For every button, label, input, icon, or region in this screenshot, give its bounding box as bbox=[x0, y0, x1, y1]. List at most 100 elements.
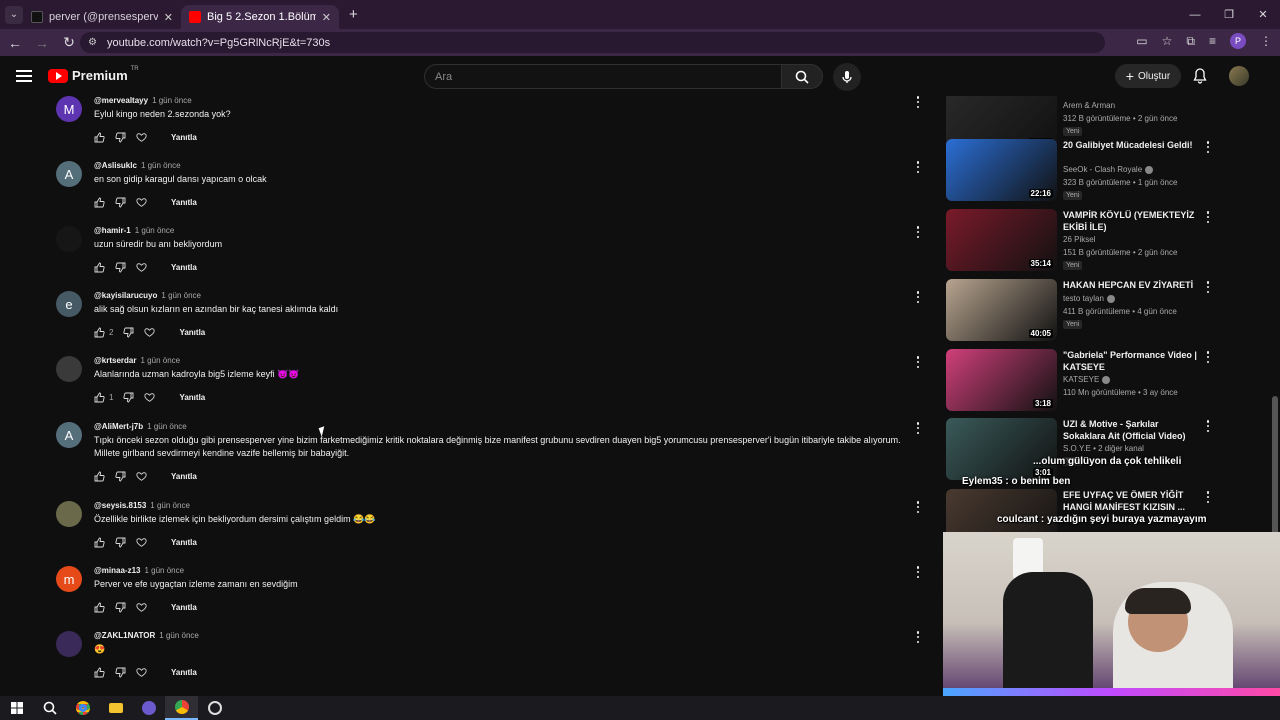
recommended-video[interactable]: 40:05 HAKAN HEPCAN EV ZİYARETİ testo tayla… bbox=[946, 279, 1216, 343]
video-thumbnail[interactable]: 40:05 bbox=[946, 279, 1057, 341]
reply-button[interactable]: Yanıtla bbox=[171, 538, 197, 547]
youtube-logo[interactable]: Premium TR bbox=[48, 66, 139, 83]
forward-icon[interactable]: → bbox=[30, 35, 54, 51]
comment-time[interactable]: 1 gün önce bbox=[141, 161, 181, 170]
heart-icon[interactable] bbox=[144, 327, 156, 338]
comment-more-icon[interactable] bbox=[914, 96, 922, 108]
comment-time[interactable]: 1 gün önce bbox=[144, 566, 184, 575]
channel-name[interactable]: 26 Piksel bbox=[1063, 235, 1095, 244]
like-icon[interactable] bbox=[94, 471, 105, 482]
channel-name[interactable]: SeeOk - Clash Royale bbox=[1063, 165, 1142, 174]
comment-more-icon[interactable] bbox=[914, 161, 922, 173]
reply-button[interactable]: Yanıtla bbox=[179, 328, 205, 337]
recommended-video[interactable]: 22:16 20 Galibiyet Mücadelesi Geldi! SeeOk… bbox=[946, 139, 1216, 203]
reply-button[interactable]: Yanıtla bbox=[171, 668, 197, 677]
like-icon[interactable] bbox=[94, 667, 105, 678]
taskbar-app[interactable] bbox=[132, 696, 165, 720]
comment-time[interactable]: 1 gün önce bbox=[161, 291, 201, 300]
recommended-video[interactable]: 3:01 UZI & Motive - Şarkılar Sokaklara Ai… bbox=[946, 418, 1216, 482]
video-title[interactable]: 20 Galibiyet Mücadelesi Geldi! bbox=[1063, 139, 1201, 151]
close-tab-icon[interactable]: ✕ bbox=[322, 11, 331, 24]
channel-name[interactable]: testo taylan bbox=[1063, 294, 1104, 303]
video-more-icon[interactable] bbox=[1204, 351, 1212, 363]
minimize-icon[interactable]: — bbox=[1178, 0, 1212, 29]
like-icon[interactable] bbox=[94, 197, 105, 208]
commenter-avatar[interactable] bbox=[56, 631, 82, 657]
comment-time[interactable]: 1 gün önce bbox=[150, 501, 190, 510]
commenter-handle[interactable]: @ZAKL1NATOR bbox=[94, 631, 155, 640]
reply-button[interactable]: Yanıtla bbox=[179, 393, 205, 402]
menu-icon[interactable]: ⋮ bbox=[1260, 34, 1272, 48]
recommended-video[interactable]: 35:14 VAMPİR KÖYLÜ (YEMEKTEYİZ EKİBİ İLE)… bbox=[946, 209, 1216, 273]
video-more-icon[interactable] bbox=[1204, 420, 1212, 432]
recommended-video[interactable]: EFE UYFAÇ VE ÖMER YİĞİT HANGİ MANİFEST K… bbox=[946, 489, 1216, 536]
dislike-icon[interactable] bbox=[115, 537, 126, 548]
reply-button[interactable]: Yanıtla bbox=[171, 472, 197, 481]
comment-time[interactable]: 1 gün önce bbox=[152, 96, 192, 105]
reply-button[interactable]: Yanıtla bbox=[171, 198, 197, 207]
media-icon[interactable]: ≡ bbox=[1209, 34, 1216, 48]
new-tab-icon[interactable]: + bbox=[349, 6, 358, 23]
commenter-handle[interactable]: @AliMert-j7b bbox=[94, 422, 143, 431]
video-title[interactable]: UZI & Motive - Şarkılar Sokaklara Ait (O… bbox=[1063, 418, 1201, 442]
commenter-avatar[interactable] bbox=[56, 501, 82, 527]
commenter-avatar[interactable]: e bbox=[56, 291, 82, 317]
back-icon[interactable]: ← bbox=[3, 35, 27, 51]
like-icon[interactable] bbox=[94, 132, 105, 143]
comment-more-icon[interactable] bbox=[914, 226, 922, 238]
commenter-avatar[interactable]: m bbox=[56, 566, 82, 592]
dislike-icon[interactable] bbox=[123, 327, 134, 338]
comment-more-icon[interactable] bbox=[914, 566, 922, 578]
comment-time[interactable]: 1 gün önce bbox=[159, 631, 199, 640]
comment-time[interactable]: 1 gün önce bbox=[135, 226, 175, 235]
close-window-icon[interactable]: ✕ bbox=[1246, 0, 1280, 29]
like-icon[interactable] bbox=[94, 537, 105, 548]
commenter-avatar[interactable]: A bbox=[56, 422, 82, 448]
commenter-handle[interactable]: @kayisilarucuyo bbox=[94, 291, 157, 300]
commenter-handle[interactable]: @mervealtayy bbox=[94, 96, 148, 105]
video-title[interactable]: HAKAN HEPCAN EV ZİYARETİ bbox=[1063, 279, 1201, 291]
taskbar-chrome[interactable] bbox=[66, 696, 99, 720]
commenter-avatar[interactable]: M bbox=[56, 96, 82, 122]
dislike-icon[interactable] bbox=[115, 132, 126, 143]
like-icon[interactable] bbox=[94, 602, 105, 613]
notifications-button[interactable] bbox=[1193, 68, 1207, 89]
comment-more-icon[interactable] bbox=[914, 422, 922, 434]
like-icon[interactable] bbox=[94, 327, 105, 338]
start-button[interactable] bbox=[0, 696, 33, 720]
commenter-handle[interactable]: @Aslisuklc bbox=[94, 161, 137, 170]
search-button[interactable] bbox=[781, 64, 823, 89]
restore-icon[interactable]: ❐ bbox=[1212, 0, 1246, 29]
voice-search-button[interactable] bbox=[833, 63, 861, 91]
dislike-icon[interactable] bbox=[115, 197, 126, 208]
hamburger-menu-icon[interactable] bbox=[16, 70, 32, 82]
browser-tab-youtube[interactable]: Big 5 2.Sezon 1.Bölüm | Perver & ✕ bbox=[181, 5, 339, 29]
bookmark-star-icon[interactable]: ☆ bbox=[1162, 34, 1173, 48]
video-thumbnail[interactable]: 22:16 bbox=[946, 139, 1057, 201]
scrollbar-thumb[interactable] bbox=[1272, 396, 1278, 536]
video-title[interactable]: EFE UYFAÇ VE ÖMER YİĞİT HANGİ MANİFEST K… bbox=[1063, 489, 1201, 513]
video-thumbnail[interactable]: 3:01 bbox=[946, 418, 1057, 480]
site-info-icon[interactable]: ⚙ bbox=[88, 37, 97, 48]
taskbar-obs[interactable] bbox=[198, 696, 231, 720]
dislike-icon[interactable] bbox=[123, 392, 134, 403]
channel-name[interactable]: Arem & Arman bbox=[1063, 101, 1115, 110]
reply-button[interactable]: Yanıtla bbox=[171, 603, 197, 612]
create-button[interactable]: + Oluştur bbox=[1115, 64, 1181, 88]
dislike-icon[interactable] bbox=[115, 471, 126, 482]
heart-icon[interactable] bbox=[136, 471, 147, 482]
commenter-handle[interactable]: @krtserdar bbox=[94, 356, 137, 365]
account-avatar[interactable] bbox=[1229, 66, 1249, 86]
dislike-icon[interactable] bbox=[115, 667, 126, 678]
heart-icon[interactable] bbox=[136, 667, 147, 678]
close-tab-icon[interactable]: ✕ bbox=[164, 11, 173, 24]
taskbar-search[interactable] bbox=[33, 696, 66, 720]
commenter-avatar[interactable] bbox=[56, 226, 82, 252]
reply-button[interactable]: Yanıtla bbox=[171, 263, 197, 272]
channel-name[interactable]: S.O.Y.E • 2 diğer kanal bbox=[1063, 444, 1144, 453]
like-icon[interactable] bbox=[94, 262, 105, 273]
recommended-video[interactable]: 3:18 "Gabriela" Performance Video | KATSE… bbox=[946, 349, 1216, 413]
dislike-icon[interactable] bbox=[115, 602, 126, 613]
comment-time[interactable]: 1 gün önce bbox=[147, 422, 187, 431]
cast-icon[interactable]: ▭ bbox=[1136, 34, 1147, 48]
